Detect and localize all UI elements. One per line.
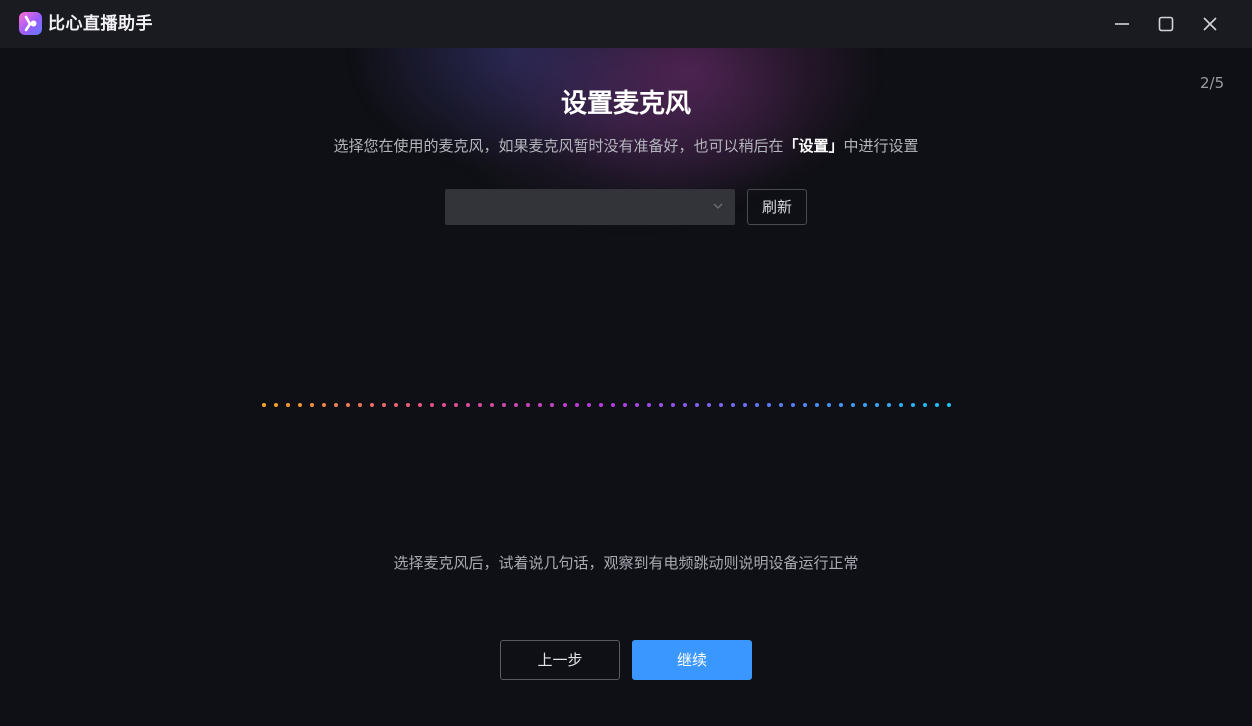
level-dot <box>334 403 339 407</box>
level-dot <box>502 403 507 407</box>
level-dot <box>706 403 711 407</box>
bixin-logo-icon <box>19 12 42 35</box>
level-dot <box>262 403 266 407</box>
level-dot <box>622 403 627 407</box>
level-dot <box>658 403 663 407</box>
level-dot <box>274 403 279 407</box>
title-bar: 比心直播助手 <box>0 0 1252 48</box>
level-dot <box>310 403 315 407</box>
level-dot <box>574 403 579 407</box>
level-dot <box>346 403 351 407</box>
page-subtitle: 选择您在使用的麦克风，如果麦克风暂时没有准备好，也可以稍后在「设置」中进行设置 <box>0 135 1252 157</box>
audio-level-meter <box>262 401 962 409</box>
maximize-button[interactable] <box>1152 10 1180 38</box>
close-button[interactable] <box>1196 10 1224 38</box>
level-dot <box>490 403 495 407</box>
level-dot <box>394 403 399 407</box>
level-dot <box>538 403 543 407</box>
level-dot <box>562 403 567 407</box>
level-dot <box>863 403 867 407</box>
level-dot <box>610 403 615 407</box>
level-dot <box>778 403 783 407</box>
level-dot <box>911 403 916 407</box>
continue-button[interactable]: 继续 <box>632 640 752 680</box>
hint-text: 选择麦克风后，试着说几句话，观察到有电频跳动则说明设备运行正常 <box>393 554 859 572</box>
close-icon <box>1203 17 1217 31</box>
level-dot <box>286 403 291 407</box>
level-dot <box>298 403 303 407</box>
level-dot <box>430 403 435 407</box>
previous-step-button[interactable]: 上一步 <box>500 640 620 680</box>
level-dot <box>887 403 892 407</box>
level-dot <box>814 403 819 407</box>
page-title: 设置麦克风 <box>560 89 691 119</box>
level-dot <box>670 403 675 407</box>
subtitle-suffix: 中进行设置 <box>843 137 919 155</box>
app-title: 比心直播助手 <box>48 14 153 34</box>
level-dot <box>322 403 327 407</box>
level-dot <box>358 403 363 407</box>
level-dot <box>586 403 591 407</box>
level-dot <box>923 403 928 407</box>
level-dot <box>682 403 687 407</box>
chevron-down-icon <box>713 203 723 209</box>
level-dot <box>790 403 795 407</box>
level-dot <box>730 403 735 407</box>
level-dot <box>754 403 759 407</box>
level-dot <box>899 403 904 407</box>
microphone-select[interactable] <box>445 189 735 225</box>
minimize-button[interactable] <box>1108 10 1136 38</box>
level-dot <box>442 403 447 407</box>
level-dot <box>646 403 651 407</box>
app-window: 比心直播助手 2/5 设置麦克风 选择您在使用的麦克风，如果麦克风暂时没有准备好… <box>0 0 1252 726</box>
level-dot <box>514 403 519 407</box>
level-dot <box>634 403 639 407</box>
level-dot <box>466 403 471 407</box>
maximize-icon <box>1158 16 1174 32</box>
level-dot <box>694 403 699 407</box>
level-dot <box>718 403 723 407</box>
level-dot <box>766 403 771 407</box>
level-dot <box>550 403 555 407</box>
level-dot <box>802 403 807 407</box>
minimize-icon <box>1115 23 1129 25</box>
level-dot <box>526 403 531 407</box>
level-dot <box>838 403 843 407</box>
level-dot <box>826 403 831 407</box>
level-dot <box>454 403 459 407</box>
settings-reference: 「设置」 <box>783 137 844 155</box>
subtitle-text: 选择您在使用的麦克风，如果麦克风暂时没有准备好，也可以稍后在 <box>333 137 784 155</box>
level-dot <box>742 403 747 407</box>
level-dot <box>382 403 387 407</box>
level-dot <box>418 403 423 407</box>
level-dot <box>370 403 375 407</box>
level-dot <box>598 403 603 407</box>
level-dot <box>406 403 411 407</box>
level-dot <box>478 403 483 407</box>
level-dot <box>850 403 855 407</box>
level-dot <box>935 403 940 407</box>
level-dot <box>947 403 952 407</box>
level-dot <box>875 403 880 407</box>
refresh-button[interactable]: 刷新 <box>747 189 807 225</box>
